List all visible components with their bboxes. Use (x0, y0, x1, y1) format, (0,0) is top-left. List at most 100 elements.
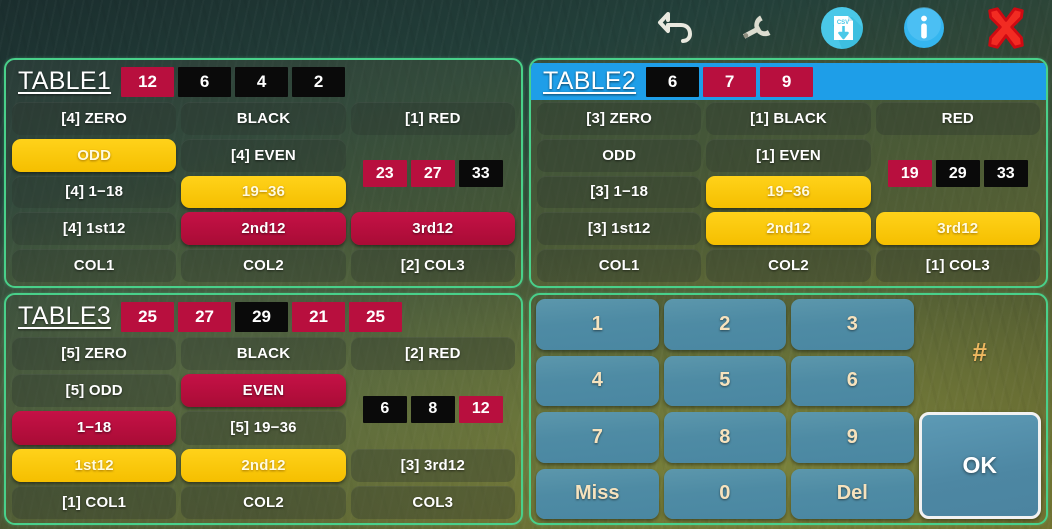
table-header[interactable]: TABLE1 12 6 4 2 (12, 63, 515, 100)
bet-cell[interactable]: 2nd12 (706, 212, 871, 246)
bet-cell[interactable]: 1st12 (12, 448, 177, 482)
bet-cell[interactable]: [5] ODD (12, 374, 177, 408)
undo-icon[interactable] (654, 4, 702, 52)
bet-cell[interactable]: [1] COL3 (875, 249, 1040, 282)
history-chip: 25 (349, 301, 403, 332)
info-icon[interactable] (900, 4, 948, 52)
recent-number-chip: 19 (887, 160, 932, 188)
bet-cell[interactable]: [2] RED (350, 337, 515, 371)
keypad-key-miss[interactable]: Miss (536, 468, 659, 519)
table-header[interactable]: TABLE3 25 27 29 21 25 (12, 298, 515, 335)
history-chip: 21 (292, 301, 346, 332)
recent-number-chip: 33 (458, 160, 503, 188)
table-title: TABLE2 (543, 67, 637, 95)
bet-cell[interactable]: [5] ZERO (12, 337, 177, 371)
top-toolbar: CSV (0, 0, 1052, 55)
keypad-panel: 1 2 3 4 5 6 7 8 9 Miss 0 Del # OK (529, 293, 1048, 525)
bet-cell[interactable]: COL1 (537, 249, 702, 282)
bet-cell[interactable]: [4] ZERO (12, 102, 177, 135)
svg-text:CSV: CSV (837, 20, 849, 26)
keypad-key-5[interactable]: 5 (663, 355, 786, 406)
bet-cell[interactable]: RED (875, 102, 1040, 135)
recent-number-chip: 27 (410, 160, 455, 188)
history-chip: 7 (703, 66, 757, 97)
keypad-key-0[interactable]: 0 (663, 468, 786, 519)
keypad-key-del[interactable]: Del (791, 468, 914, 519)
table-title: TABLE1 (18, 67, 112, 95)
recent-numbers: 6 8 12 (351, 374, 515, 444)
csv-download-icon[interactable]: CSV (818, 4, 866, 52)
history-chip: 9 (760, 66, 814, 97)
history-chip: 25 (121, 301, 175, 332)
bet-cell[interactable]: 2nd12 (181, 448, 346, 482)
bet-cell[interactable]: [4] 1−18 (12, 175, 177, 209)
bet-cell[interactable]: 19−36 (181, 175, 346, 209)
bet-cell[interactable]: COL2 (181, 485, 346, 519)
history-chip: 12 (121, 66, 175, 97)
recent-numbers: 23 27 33 (351, 139, 515, 209)
bet-grid: [5] ZERO BLACK [2] RED [5] ODD EVEN 1−18 [5] 1… (12, 335, 515, 521)
bet-cell[interactable]: BLACK (181, 337, 346, 371)
numeric-keypad: 1 2 3 4 5 6 7 8 9 Miss 0 Del # OK (531, 295, 1046, 523)
bet-cell[interactable]: ODD (537, 138, 702, 172)
bet-cell[interactable]: 19−36 (706, 175, 871, 209)
table-panel-1: TABLE1 12 6 4 2 [4] ZERO BLACK [1] RED ODD [4] EV… (4, 58, 523, 288)
bet-cell[interactable]: [1] COL1 (12, 485, 177, 519)
history-chip-list: 679 (646, 66, 814, 97)
recent-number-chip: 29 (935, 160, 980, 188)
bet-cell[interactable]: [5] 19−36 (181, 411, 346, 445)
history-chip: 6 (178, 66, 232, 97)
keypad-key-8[interactable]: 8 (663, 412, 786, 463)
bet-cell[interactable]: [4] 1st12 (12, 212, 177, 246)
bet-cell[interactable]: [3] ZERO (537, 102, 702, 135)
wrench-icon[interactable] (736, 4, 784, 52)
bet-cell[interactable]: COL1 (12, 249, 177, 282)
bet-cell[interactable]: [3] 1−18 (537, 175, 702, 209)
bet-cell[interactable]: [1] EVEN (706, 138, 871, 172)
bet-cell[interactable]: COL2 (706, 249, 871, 282)
bet-cell[interactable]: [3] 3rd12 (350, 448, 515, 482)
keypad-key-6[interactable]: 6 (791, 355, 914, 406)
bet-cell[interactable]: EVEN (181, 374, 346, 408)
bet-grid: [4] ZERO BLACK [1] RED ODD [4] EVEN [4] 1−18 1… (12, 100, 515, 284)
keypad-key-2[interactable]: 2 (663, 299, 786, 350)
bet-grid: [3] ZERO [1] BLACK RED ODD [1] EVEN [3] 1−18 1… (537, 100, 1040, 284)
table-title: TABLE3 (18, 302, 112, 330)
bet-cell[interactable]: [4] EVEN (181, 138, 346, 172)
bet-cell[interactable]: 3rd12 (875, 212, 1040, 246)
history-chip: 4 (235, 66, 289, 97)
keypad-key-7[interactable]: 7 (536, 412, 659, 463)
bet-cell[interactable]: 2nd12 (181, 212, 346, 246)
table-header[interactable]: TABLE2 6 7 9 (531, 63, 1046, 100)
bet-cell[interactable]: COL2 (181, 249, 346, 282)
bet-cell[interactable]: [3] 1st12 (537, 212, 702, 246)
history-chip-list: 25 27 29 21 25 (121, 301, 403, 332)
bet-cell[interactable]: [2] COL3 (350, 249, 515, 282)
number-display: # (972, 337, 987, 367)
table-panel-3: TABLE3 25 27 29 21 25 [5] ZERO BLACK [2] RED [5] … (4, 293, 523, 525)
recent-number-chip: 8 (410, 395, 455, 423)
bet-cell[interactable]: BLACK (181, 102, 346, 135)
close-icon[interactable] (982, 4, 1030, 52)
keypad-key-4[interactable]: 4 (536, 355, 659, 406)
bet-cell[interactable]: [1] RED (350, 102, 515, 135)
ok-button[interactable]: OK (918, 412, 1041, 519)
keypad-key-9[interactable]: 9 (791, 412, 914, 463)
recent-number-chip: 33 (983, 160, 1028, 188)
keypad-key-1[interactable]: 1 (536, 299, 659, 350)
recent-numbers: 19 29 33 (876, 139, 1040, 209)
history-chip: 6 (646, 66, 700, 97)
bet-cell[interactable]: [1] BLACK (706, 102, 871, 135)
bet-cell[interactable]: 3rd12 (350, 212, 515, 246)
bet-cell[interactable]: 1−18 (12, 411, 177, 445)
recent-number-chip: 12 (458, 395, 503, 423)
bet-cell[interactable]: ODD (12, 138, 177, 172)
history-chip: 29 (235, 301, 289, 332)
bet-cell[interactable]: COL3 (350, 485, 515, 519)
history-chip: 27 (178, 301, 232, 332)
history-chip: 2 (292, 66, 346, 97)
recent-number-chip: 23 (362, 160, 407, 188)
keypad-key-3[interactable]: 3 (791, 299, 914, 350)
table-panel-2: TABLE2 6 7 9 [3] ZERO [1] BLACK RED ODD [1] EVEN… (529, 58, 1048, 288)
history-chip-list: 12 6 4 2 (121, 66, 346, 97)
